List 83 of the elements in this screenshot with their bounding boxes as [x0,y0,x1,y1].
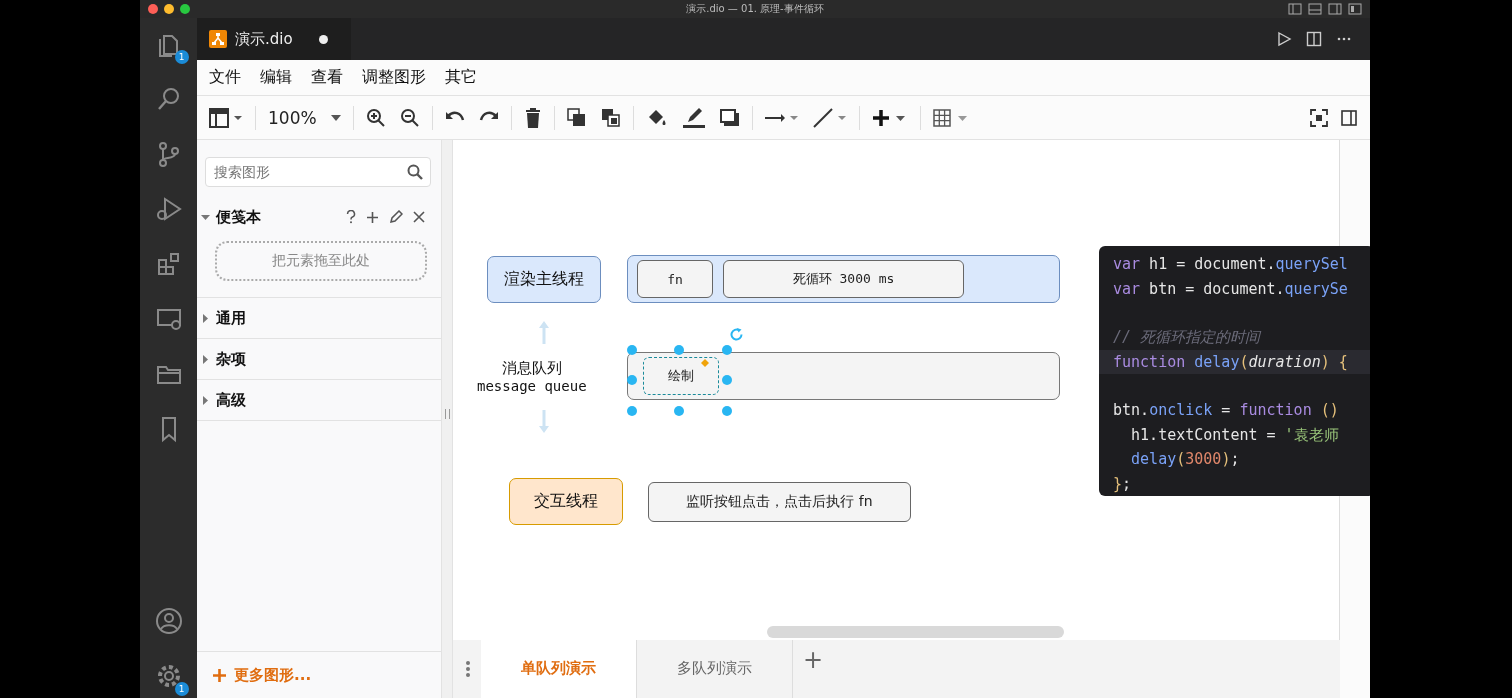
delete-icon[interactable] [523,107,542,128]
menu-item[interactable]: 其它 [445,67,477,88]
resize-handle[interactable] [627,406,637,416]
sidebar-section[interactable]: 杂项 [197,339,441,379]
thread-box[interactable]: 渲染主线程 [487,255,601,303]
expand-icon [201,212,210,222]
resize-handle[interactable] [722,375,732,385]
add-page-button[interactable]: + [793,640,833,680]
edit-icon[interactable] [389,210,403,224]
code-line: delay(3000); [1130,449,1241,470]
minimize-button[interactable] [164,4,174,14]
down-arrow-icon [539,410,549,434]
sidebar-section[interactable]: 便笺本 [197,197,441,237]
split-editor-icon[interactable] [1306,31,1322,47]
code-line: var h1 = document.querySel [1112,254,1349,275]
layout-icon[interactable] [209,107,243,128]
resize-handle[interactable] [674,345,684,355]
search-field[interactable]: 搜索图形 [205,157,431,187]
menu-item[interactable]: 文件 [209,67,241,88]
notification-badge: 1 [174,682,189,696]
insert-plus-icon[interactable] [871,107,908,128]
code-line: // 死循环指定的时间 [1112,327,1263,348]
layout-icon[interactable] [1348,3,1362,15]
sidebar-section[interactable]: 通用 [197,298,441,338]
account-icon[interactable] [154,607,183,635]
send-to-back-icon[interactable] [600,107,621,128]
resize-handle[interactable] [627,375,637,385]
resize-handle[interactable] [444,409,450,419]
resize-handle[interactable] [722,406,732,416]
zoom-button[interactable] [180,4,190,14]
diagram-file-icon [209,30,227,48]
run-icon[interactable] [1276,31,1292,47]
zoom-in-icon[interactable] [365,107,386,128]
zoom-dropdown[interactable]: 100% [268,107,317,128]
search-icon [407,164,423,180]
help-icon[interactable] [346,210,356,224]
waypoint-icon[interactable] [812,107,847,128]
drop-zone[interactable]: 把元素拖至此处 [215,241,427,281]
line-color-icon[interactable] [681,106,706,129]
code-line: btn.onclick = function () [1112,400,1340,421]
sidebar-toggle-icon[interactable] [1288,3,1302,15]
scrollbar[interactable] [767,626,1064,638]
bring-to-front-icon[interactable] [566,107,587,128]
run-debug-icon[interactable] [154,195,183,223]
sidebar-section[interactable]: 高级 [197,380,441,420]
expand-icon [201,354,210,364]
queue-label: message queue [477,377,587,394]
thread-box[interactable]: 交互线程 [509,478,623,525]
notification-badge: 1 [174,50,189,64]
menu-item[interactable]: 调整图形 [362,67,426,88]
resize-handle[interactable] [627,345,637,355]
menu-item[interactable]: 查看 [311,67,343,88]
diamond-handle-icon[interactable] [701,359,709,367]
fullscreen-icon[interactable] [1310,108,1328,127]
window-title: 演示.dio — 01. 原理-事件循环 [686,2,824,16]
zoom-out-icon[interactable] [399,107,420,128]
code-line: h1.textContent = '袁老师 [1130,424,1340,446]
task-box[interactable]: 死循环 3000 ms [723,260,964,298]
format-panel-icon[interactable] [1340,108,1358,127]
editor-tab[interactable]: 演示.dio [197,18,351,60]
caret-icon [330,114,341,121]
close-icon[interactable] [413,211,425,223]
resize-handle[interactable] [722,345,732,355]
task-box[interactable]: fn [637,260,713,298]
queue-label: 消息队列 [501,358,562,378]
expand-icon [201,313,210,323]
code-line: }; [1112,473,1133,495]
code-line: var btn = document.querySe [1112,278,1349,300]
connection-arrow-icon[interactable] [764,111,799,124]
shadow-icon[interactable] [719,108,740,127]
menu-item[interactable]: 编辑 [260,67,292,88]
task-box[interactable]: 绘制 [643,357,719,395]
table-icon[interactable] [932,108,969,127]
add-icon[interactable] [366,210,379,224]
pages-menu-icon[interactable] [465,660,471,678]
up-arrow-icon [539,320,549,344]
close-button[interactable] [148,4,158,14]
sidebar-toggle-icon[interactable] [1328,3,1342,15]
expand-icon [201,395,210,405]
plus-icon [213,668,226,682]
task-box[interactable]: 监听按钮点击，点击后执行 fn [648,481,911,522]
resize-handle[interactable] [674,406,684,416]
panel-toggle-icon[interactable] [1308,3,1322,15]
